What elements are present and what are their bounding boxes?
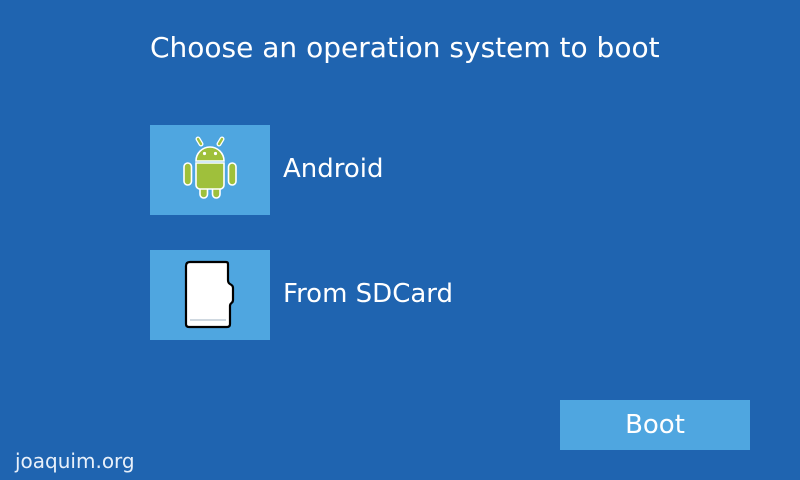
android-icon: [183, 136, 237, 199]
sdcard-tile[interactable]: [150, 250, 270, 340]
boot-button[interactable]: Boot: [560, 400, 750, 450]
sdcard-icon: [184, 260, 235, 329]
android-tile[interactable]: [150, 125, 270, 215]
os-option-label-sdcard: From SDCard: [283, 279, 454, 309]
watermark: joaquim.org: [15, 449, 135, 473]
os-option-label-android: Android: [283, 154, 384, 184]
os-option-sdcard[interactable]: From SDCard: [150, 250, 550, 340]
os-option-android[interactable]: Android: [150, 125, 550, 215]
page-title: Choose an operation system to boot: [150, 31, 660, 64]
